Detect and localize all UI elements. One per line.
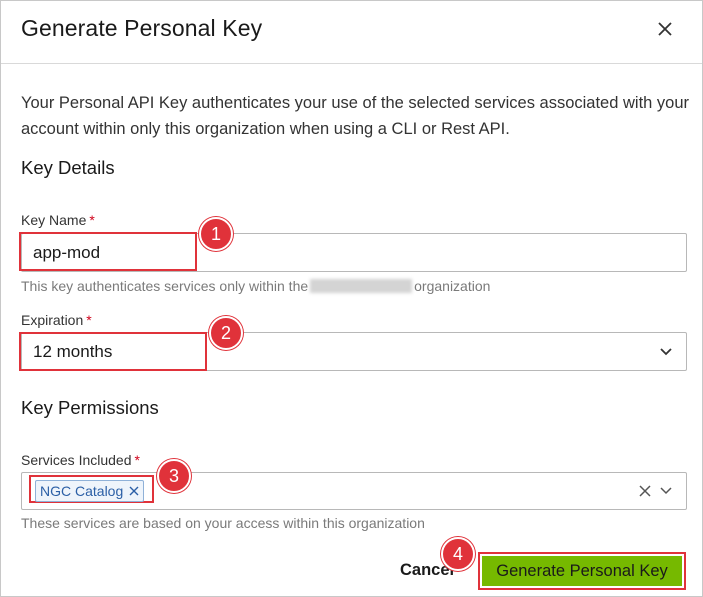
services-label-text: Services Included bbox=[21, 452, 132, 468]
expiration-label: Expiration * bbox=[21, 312, 92, 328]
chevron-down-icon[interactable] bbox=[659, 346, 673, 358]
expiration-label-text: Expiration bbox=[21, 312, 84, 328]
required-mark: * bbox=[86, 312, 92, 328]
generate-button-label: Generate Personal Key bbox=[480, 554, 684, 588]
annotation-badge-2: 2 bbox=[209, 316, 243, 350]
key-name-value: app-mod bbox=[33, 243, 101, 262]
required-mark: * bbox=[134, 452, 140, 468]
key-name-helper-before: This key authenticates services only wit… bbox=[21, 278, 309, 294]
expiration-value: 12 months bbox=[33, 342, 113, 361]
service-chip-label: NGC Catalog bbox=[40, 483, 124, 499]
dialog-title: Generate Personal Key bbox=[21, 15, 263, 41]
key-name-helper: This key authenticates services only wit… bbox=[21, 278, 490, 294]
chip-remove-icon[interactable] bbox=[129, 481, 139, 501]
key-name-label: Key Name * bbox=[21, 212, 95, 228]
header-divider bbox=[1, 63, 702, 64]
close-icon[interactable] bbox=[653, 17, 677, 41]
chevron-down-icon[interactable] bbox=[659, 485, 673, 497]
redacted-org-name bbox=[310, 279, 413, 293]
key-details-heading: Key Details bbox=[21, 157, 115, 178]
services-label: Services Included * bbox=[21, 452, 140, 468]
generate-personal-key-dialog: Generate Personal Key Your Personal API … bbox=[0, 0, 703, 597]
annotation-badge-4: 4 bbox=[441, 537, 475, 571]
annotation-badge-1: 1 bbox=[199, 217, 233, 251]
key-name-helper-after: organization bbox=[414, 278, 491, 294]
clear-icon[interactable] bbox=[638, 484, 652, 498]
service-chip[interactable]: NGC Catalog bbox=[35, 480, 145, 502]
key-permissions-heading: Key Permissions bbox=[21, 397, 159, 418]
generate-personal-key-button[interactable]: Generate Personal Key bbox=[478, 552, 686, 590]
annotation-badge-3: 3 bbox=[157, 459, 191, 493]
key-name-label-text: Key Name bbox=[21, 212, 87, 228]
dialog-description: Your Personal API Key authenticates your… bbox=[21, 94, 690, 138]
services-helper: These services are based on your access … bbox=[21, 515, 425, 531]
required-mark: * bbox=[89, 212, 95, 228]
